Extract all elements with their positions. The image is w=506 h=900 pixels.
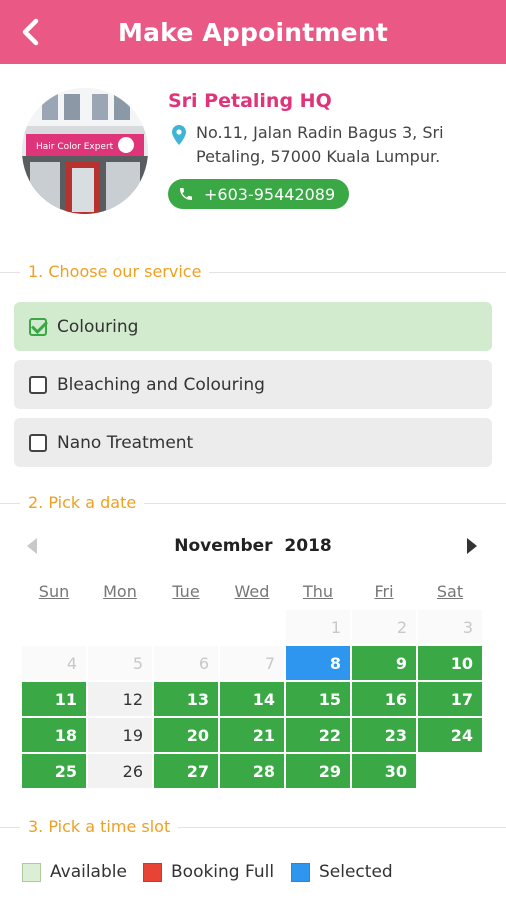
- chevron-left-icon: [22, 18, 39, 46]
- checkbox-icon: [29, 375, 47, 394]
- service-option-nano[interactable]: Nano Treatment: [14, 418, 492, 467]
- calendar-day[interactable]: 30: [352, 754, 416, 788]
- weekday-header: Wed: [234, 582, 270, 601]
- weekday-header: Thu: [302, 582, 334, 601]
- section-label: 2. Pick a date: [20, 491, 145, 515]
- salon-address: No.11, Jalan Radin Bagus 3, Sri Petaling…: [196, 123, 444, 166]
- legend-swatch: [22, 862, 41, 882]
- call-button[interactable]: +603-95442089: [168, 179, 350, 209]
- calendar-day: 7: [220, 646, 284, 680]
- calendar-day: 12: [88, 682, 152, 716]
- legend-label: Booking Full: [171, 862, 275, 882]
- weekday-header: Fri: [374, 582, 394, 601]
- calendar-day[interactable]: 13: [154, 682, 218, 716]
- calendar-day[interactable]: 20: [154, 718, 218, 752]
- section-pick-date: 2. Pick a date: [0, 491, 506, 515]
- section-label: 1. Choose our service: [20, 260, 210, 284]
- weekday-header: Mon: [103, 582, 137, 601]
- weekday-header: Tue: [172, 582, 200, 601]
- legend-swatch: [143, 862, 162, 882]
- calendar-month-label: November 2018: [140, 536, 366, 556]
- checkbox-icon: [29, 433, 47, 452]
- location-pin-icon: [172, 125, 186, 145]
- calendar-day[interactable]: 28: [220, 754, 284, 788]
- calendar-day: 19: [88, 718, 152, 752]
- salon-name: Sri Petaling HQ: [168, 90, 332, 112]
- calendar-day[interactable]: 21: [220, 718, 284, 752]
- calendar-day-selected[interactable]: 8: [286, 646, 350, 680]
- calendar-day: 3: [418, 610, 482, 644]
- back-button[interactable]: [12, 14, 48, 50]
- service-option-bleaching[interactable]: Bleaching and Colouring: [14, 360, 492, 409]
- calendar-day: 1: [286, 610, 350, 644]
- service-label: Nano Treatment: [57, 432, 194, 453]
- calendar-day: 2: [352, 610, 416, 644]
- prev-month-button[interactable]: [22, 534, 42, 558]
- phone-icon: [178, 186, 194, 202]
- section-label: 3. Pick a time slot: [20, 815, 179, 839]
- calendar-day[interactable]: 15: [286, 682, 350, 716]
- legend-selected: Selected: [291, 862, 393, 882]
- service-label: Bleaching and Colouring: [57, 374, 265, 395]
- legend-available: Available: [22, 862, 127, 882]
- section-pick-time: 3. Pick a time slot: [0, 815, 506, 839]
- calendar-day[interactable]: 25: [22, 754, 86, 788]
- calendar-day[interactable]: 18: [22, 718, 86, 752]
- svg-text:Hair Color Expert: Hair Color Expert: [36, 142, 114, 152]
- calendar-day[interactable]: 9: [352, 646, 416, 680]
- calendar-day[interactable]: 24: [418, 718, 482, 752]
- calendar-day: 6: [154, 646, 218, 680]
- calendar-day: 5: [88, 646, 152, 680]
- next-month-button[interactable]: [462, 534, 482, 558]
- legend-label: Available: [50, 862, 127, 882]
- calendar-day[interactable]: 23: [352, 718, 416, 752]
- section-choose-service: 1. Choose our service: [0, 260, 506, 284]
- service-label: Colouring: [57, 316, 139, 337]
- calendar-month: November: [174, 536, 273, 556]
- calendar-day[interactable]: 22: [286, 718, 350, 752]
- weekday-header: Sat: [436, 582, 464, 601]
- calendar-day[interactable]: 11: [22, 682, 86, 716]
- calendar-day[interactable]: 17: [418, 682, 482, 716]
- calendar-day[interactable]: 14: [220, 682, 284, 716]
- weekday-header: Sun: [38, 582, 70, 601]
- triangle-left-icon: [27, 538, 37, 554]
- calendar-day: 26: [88, 754, 152, 788]
- triangle-right-icon: [467, 538, 477, 554]
- salon-photo: Hair Color Expert: [22, 88, 148, 214]
- app-header: Make Appointment: [0, 0, 506, 64]
- phone-number: +603-95442089: [204, 184, 336, 204]
- service-option-colouring[interactable]: Colouring: [14, 302, 492, 351]
- calendar-day[interactable]: 29: [286, 754, 350, 788]
- legend-booking-full: Booking Full: [143, 862, 274, 882]
- calendar-day: 4: [22, 646, 86, 680]
- checkbox-checked-icon: [29, 317, 47, 336]
- calendar-day[interactable]: 27: [154, 754, 218, 788]
- calendar-year: 2018: [284, 536, 332, 556]
- legend-swatch: [291, 862, 310, 882]
- page-title: Make Appointment: [118, 17, 388, 47]
- legend-label: Selected: [319, 862, 393, 882]
- calendar-day[interactable]: 16: [352, 682, 416, 716]
- calendar-day[interactable]: 10: [418, 646, 482, 680]
